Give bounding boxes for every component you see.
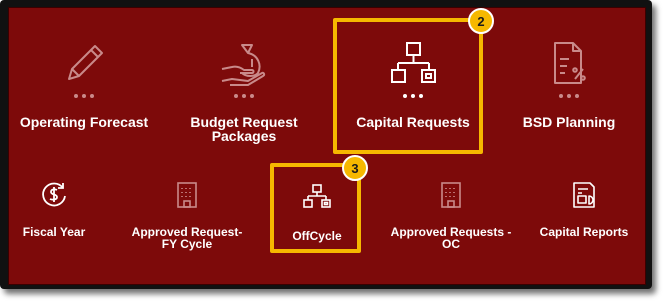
tile-operating-forecast[interactable]: Operating Forecast: [14, 38, 154, 129]
tile-label: Fiscal Year: [22, 225, 86, 239]
tile-label: Approved Request- FY Cycle: [131, 225, 243, 251]
more-dots-icon[interactable]: [234, 94, 254, 98]
tile-label: Capital Reports: [539, 225, 629, 239]
tile-label: Budget Request Packages: [190, 114, 298, 144]
callout-badge-3: 3: [342, 155, 368, 181]
tile-label: Operating Forecast: [19, 114, 149, 130]
tile-label: Approved Requests - OC: [390, 225, 512, 251]
building-icon: [438, 180, 464, 210]
tile-fiscal-year[interactable]: Fiscal Year: [14, 180, 94, 238]
highlight-capital-requests: [333, 18, 483, 154]
tile-label: BSD Planning: [522, 114, 616, 130]
document-percent-icon: [545, 38, 593, 90]
tile-bsd-planning[interactable]: BSD Planning: [499, 38, 639, 129]
hand-money-bag-icon: [218, 38, 270, 90]
pencil-icon: [59, 38, 109, 90]
dollar-cycle-icon: [39, 180, 69, 210]
callout-badge-2: 2: [468, 8, 494, 34]
building-icon: [174, 180, 200, 210]
tile-budget-request-packages[interactable]: Budget Request Packages: [174, 38, 314, 143]
more-dots-icon[interactable]: [74, 94, 94, 98]
tile-capital-reports[interactable]: Capital Reports: [532, 180, 636, 238]
more-dots-icon[interactable]: [559, 94, 579, 98]
report-chart-icon: [570, 180, 598, 210]
tile-approved-request-fy-cycle[interactable]: Approved Request- FY Cycle: [125, 180, 249, 250]
tile-approved-requests-oc[interactable]: Approved Requests - OC: [387, 180, 515, 250]
